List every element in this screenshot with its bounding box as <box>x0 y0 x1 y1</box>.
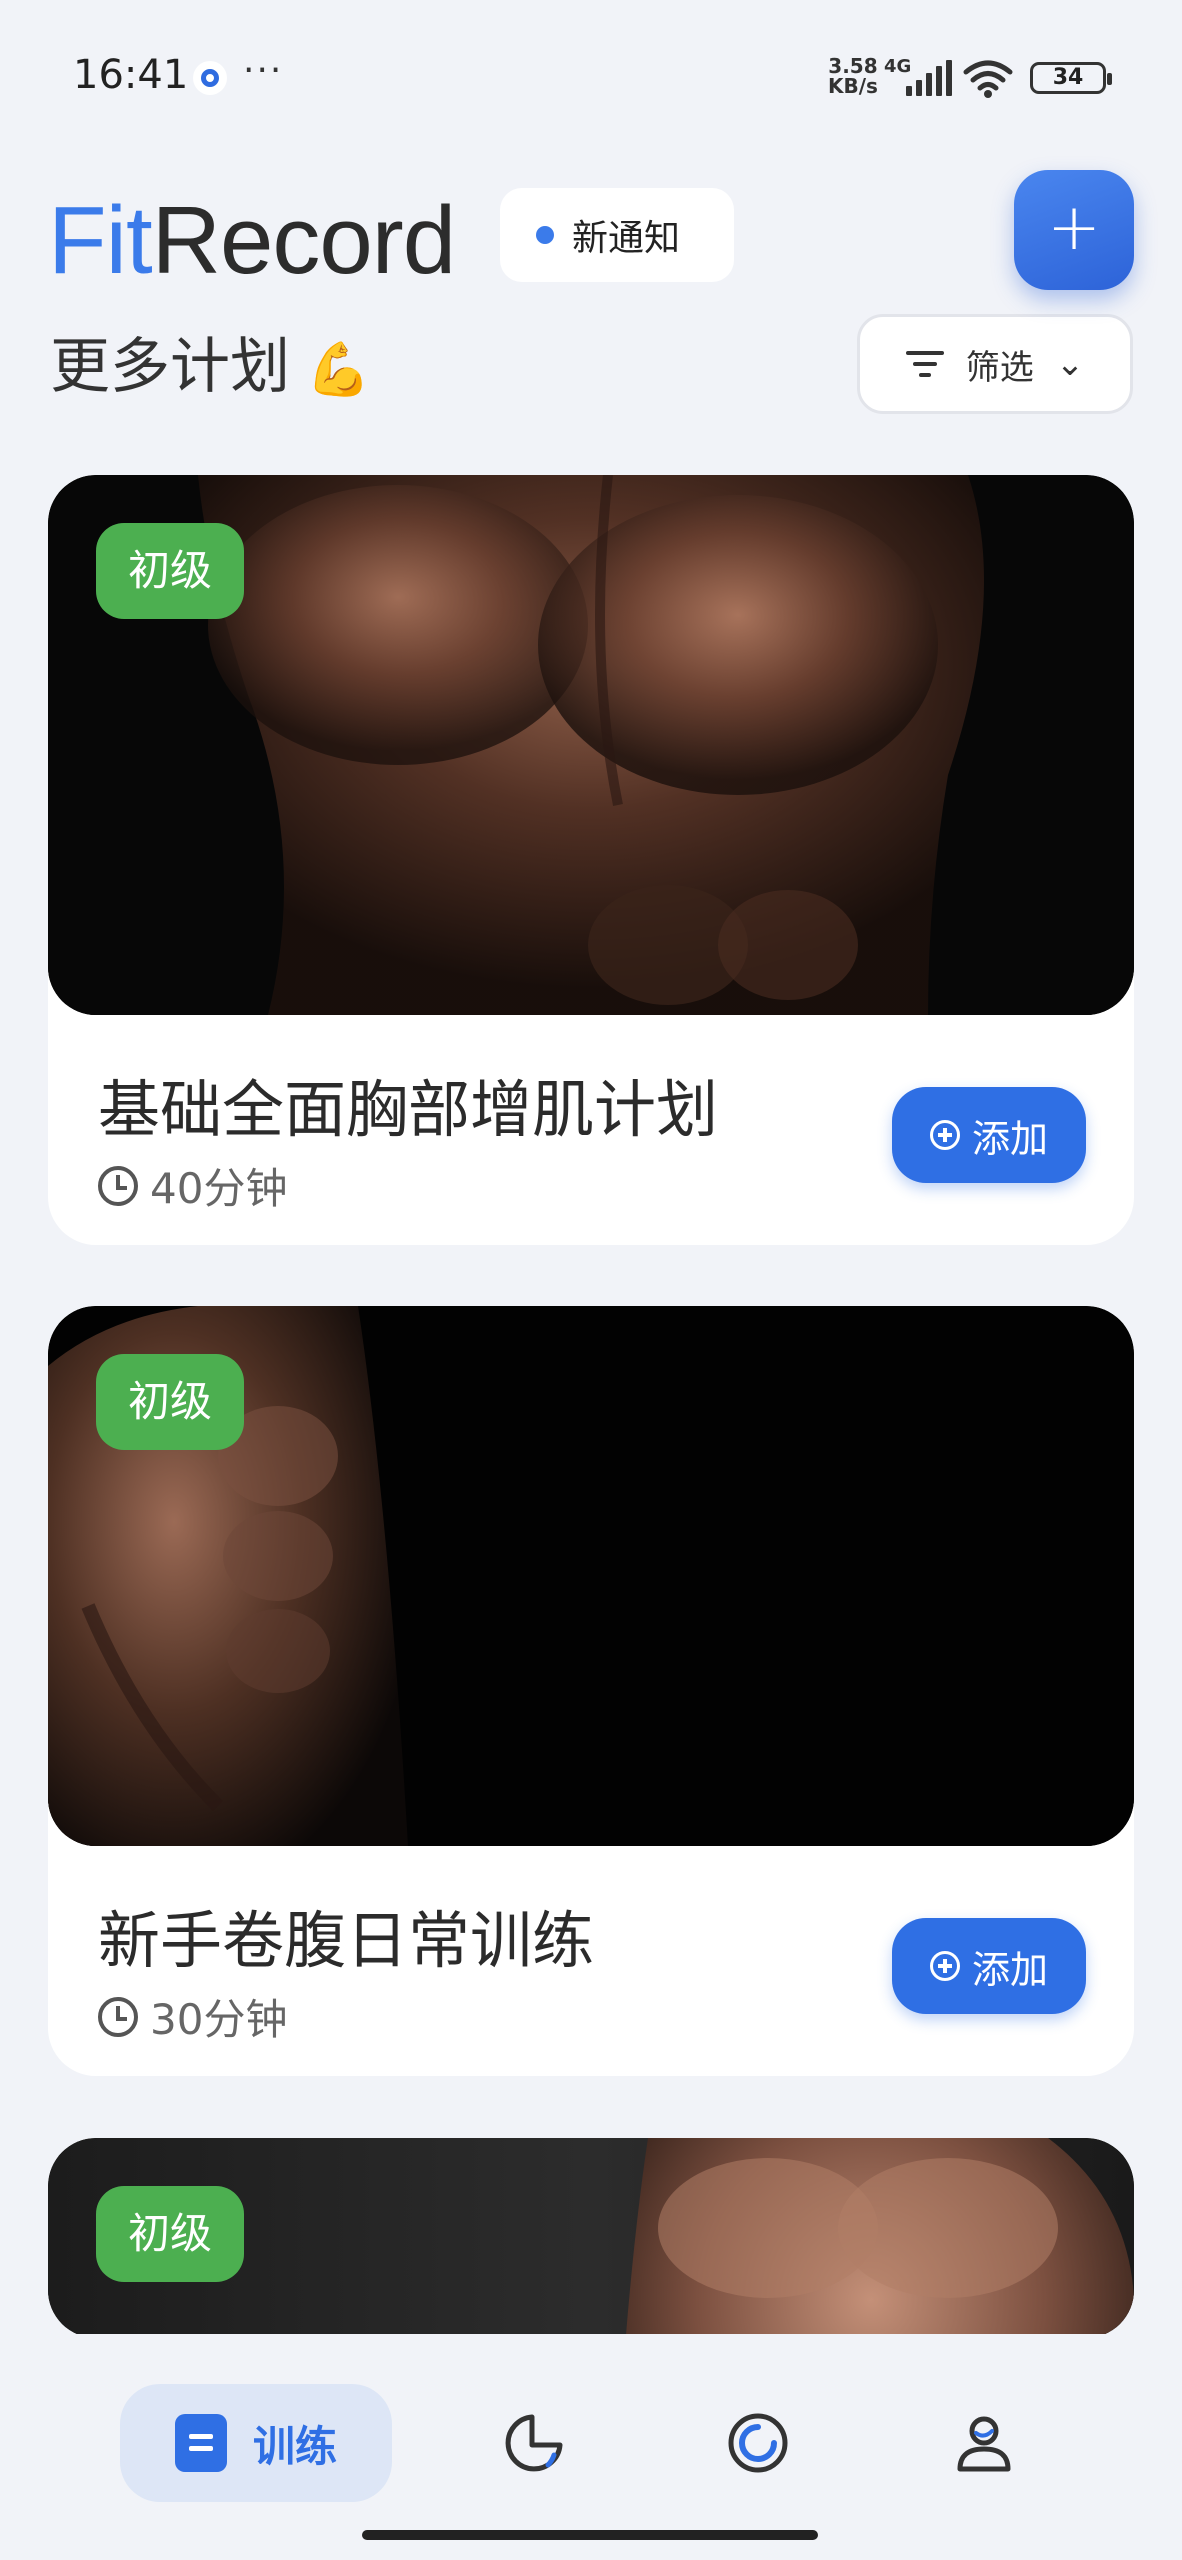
filter-button[interactable]: 筛选 ⌄ <box>857 314 1133 414</box>
user-icon <box>957 2416 1011 2472</box>
wifi-icon <box>963 60 1013 98</box>
brand-fit: Fit <box>48 187 153 294</box>
clock-icon <box>98 1165 138 1206</box>
plan-image-chest: 初级 <box>48 475 1134 1015</box>
network-speed: 3.58 KB/s <box>828 56 878 96</box>
level-badge: 初级 <box>96 2186 245 2282</box>
battery-icon: 34 <box>1030 62 1112 94</box>
chevron-down-icon: ⌄ <box>1055 344 1085 384</box>
plus-circle-icon <box>929 1951 960 1981</box>
brand-record: Record <box>151 187 456 294</box>
app-notification-icon <box>193 61 227 95</box>
plan-name: 基础全面胸部增肌计划 <box>98 1073 719 1146</box>
flexed-biceps-icon: 💪 <box>306 340 371 400</box>
clock-icon <box>98 1996 138 2037</box>
plan-image-abs: 初级 <box>48 1306 1134 1846</box>
app-header: FitRecord 新通知 + <box>0 160 1182 310</box>
plan-card[interactable]: 初级 新手卷腹日常训练 30分钟 添加 <box>48 1306 1134 2076</box>
plan-duration: 30分钟 <box>98 1986 287 2047</box>
level-badge: 初级 <box>96 523 245 619</box>
plan-info: 基础全面胸部增肌计划 40分钟 添加 <box>48 1015 1134 1245</box>
progress-ring-icon <box>728 2413 788 2473</box>
home-indicator[interactable] <box>362 2530 818 2540</box>
notification-label: 新通知 <box>572 218 681 259</box>
plan-name: 新手卷腹日常训练 <box>98 1904 595 1977</box>
notification-dot-icon <box>536 226 554 244</box>
nav-tab-training[interactable]: 训练 <box>120 2384 392 2502</box>
new-notification-button[interactable]: 新通知 <box>500 188 734 282</box>
plan-info: 新手卷腹日常训练 30分钟 添加 <box>48 1846 1134 2076</box>
level-badge: 初级 <box>96 1354 245 1450</box>
status-time: 16:41 <box>73 52 189 98</box>
plus-circle-icon <box>929 1120 960 1150</box>
add-plan-button[interactable]: 添加 <box>892 1918 1086 2014</box>
add-plan-button[interactable]: 添加 <box>892 1087 1086 1183</box>
add-label: 添加 <box>971 1947 1048 1992</box>
screen: 16:41 ··· 3.58 KB/s 4G 34 FitRecord 新通知 … <box>0 0 1182 2560</box>
app-logo: FitRecord <box>48 186 456 296</box>
document-icon <box>174 2414 227 2472</box>
plan-card[interactable]: 初级 <box>48 2138 1134 2338</box>
nav-tab-training-label: 训练 <box>252 2421 337 2471</box>
network-speed-value: 3.58 <box>828 54 878 78</box>
pie-chart-icon <box>505 2414 563 2472</box>
nav-tab-progress[interactable] <box>710 2384 806 2502</box>
network-speed-unit: KB/s <box>828 74 878 98</box>
plan-duration: 40分钟 <box>98 1155 287 1216</box>
more-notifications-icon: ··· <box>243 50 284 91</box>
plan-image-upper-body: 初级 <box>48 2138 1134 2338</box>
add-label: 添加 <box>971 1116 1048 1161</box>
signal-icon <box>906 60 952 96</box>
duration-text: 40分钟 <box>150 1164 288 1213</box>
bottom-navigation: 训练 <box>0 2334 1182 2560</box>
section-title-text: 更多计划 <box>50 332 290 402</box>
nav-tab-statistics[interactable] <box>486 2384 582 2502</box>
status-bar: 16:41 ··· 3.58 KB/s 4G 34 <box>0 0 1182 150</box>
plus-icon: + <box>1047 191 1101 265</box>
filter-label: 筛选 <box>965 347 1034 388</box>
filter-icon <box>905 351 944 377</box>
add-plan-fab[interactable]: + <box>1014 170 1134 290</box>
plan-card[interactable]: 初级 基础全面胸部增肌计划 40分钟 添加 <box>48 475 1134 1245</box>
duration-text: 30分钟 <box>150 1995 288 2044</box>
section-title: 更多计划 💪 <box>50 318 371 405</box>
nav-tab-profile[interactable] <box>936 2384 1032 2502</box>
